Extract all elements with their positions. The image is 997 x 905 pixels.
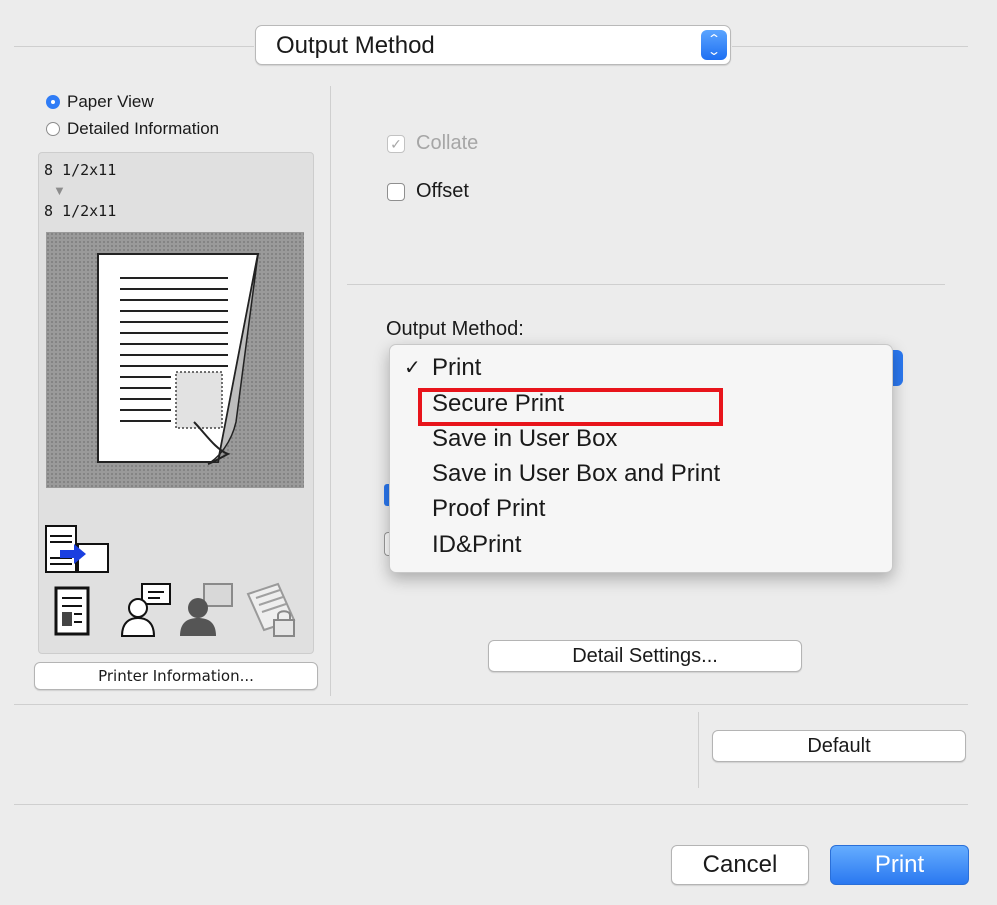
radio-selected-icon	[46, 95, 60, 109]
collate-label: Collate	[416, 132, 479, 154]
default-divider	[698, 712, 699, 788]
lower-separator	[14, 704, 968, 705]
panel-selector-label: Output Method	[276, 32, 435, 59]
paper-page-icon	[97, 253, 260, 465]
paper-size-arrow: ▼	[53, 183, 66, 198]
paper-view-label: Paper View	[67, 92, 154, 111]
menu-item-save-in-user-box-and-print[interactable]: Save in User Box and Print	[390, 457, 892, 491]
account-track-icon	[180, 583, 233, 636]
paper-preview-image	[46, 232, 304, 488]
menu-item-save-in-user-box[interactable]: Save in User Box	[390, 422, 892, 456]
user-authentication-icon	[120, 583, 171, 637]
radio-unselected-icon	[46, 122, 60, 136]
detailed-information-radio[interactable]: Detailed Information	[46, 119, 219, 139]
top-separator-right	[732, 46, 968, 47]
options-separator	[347, 284, 945, 285]
offset-checkbox[interactable]: Offset	[387, 180, 469, 203]
panel-selector-popup[interactable]: Output Method ⌃ ⌄	[255, 25, 731, 65]
default-button[interactable]: Default	[712, 730, 966, 762]
cancel-label: Cancel	[702, 851, 778, 878]
paper-view-radio[interactable]: Paper View	[46, 92, 154, 112]
printer-information-button[interactable]: Printer Information...	[34, 662, 318, 690]
printer-information-label: Printer Information...	[98, 667, 254, 685]
default-label: Default	[807, 735, 871, 757]
output-method-menu[interactable]: ✓ Print Secure Print Save in User Box Sa…	[389, 344, 893, 573]
checkmark-icon: ✓	[387, 134, 405, 153]
detailed-information-label: Detailed Information	[67, 119, 220, 138]
detail-settings-label: Detail Settings...	[572, 645, 718, 667]
output-method-label: Output Method:	[386, 318, 524, 340]
detail-settings-button[interactable]: Detail Settings...	[488, 640, 802, 672]
output-transfer-icon	[45, 525, 109, 573]
menu-item-proof-print[interactable]: Proof Print	[390, 492, 892, 526]
collate-checkbox[interactable]: ✓ Collate	[387, 132, 478, 155]
column-divider	[330, 86, 331, 696]
selected-check-icon: ✓	[404, 357, 421, 379]
top-separator-left	[14, 46, 254, 47]
popup-stepper-icon: ⌃ ⌄	[701, 30, 727, 60]
paper-size-source: 8 1/2x11	[44, 161, 117, 179]
bottom-separator	[14, 804, 968, 805]
offset-label: Offset	[416, 180, 469, 202]
print-label: Print	[874, 851, 925, 878]
menu-item-id-print[interactable]: ID&Print	[390, 528, 892, 562]
secure-print-highlight-frame	[418, 388, 723, 426]
secure-lock-icon	[246, 582, 296, 637]
menu-item-print[interactable]: ✓ Print	[390, 351, 892, 385]
print-button[interactable]: Print	[830, 845, 969, 885]
empty-checkbox-icon	[387, 182, 405, 201]
cancel-button[interactable]: Cancel	[671, 845, 809, 885]
document-icon	[54, 586, 90, 636]
paper-size-output: 8 1/2x11	[44, 202, 117, 220]
